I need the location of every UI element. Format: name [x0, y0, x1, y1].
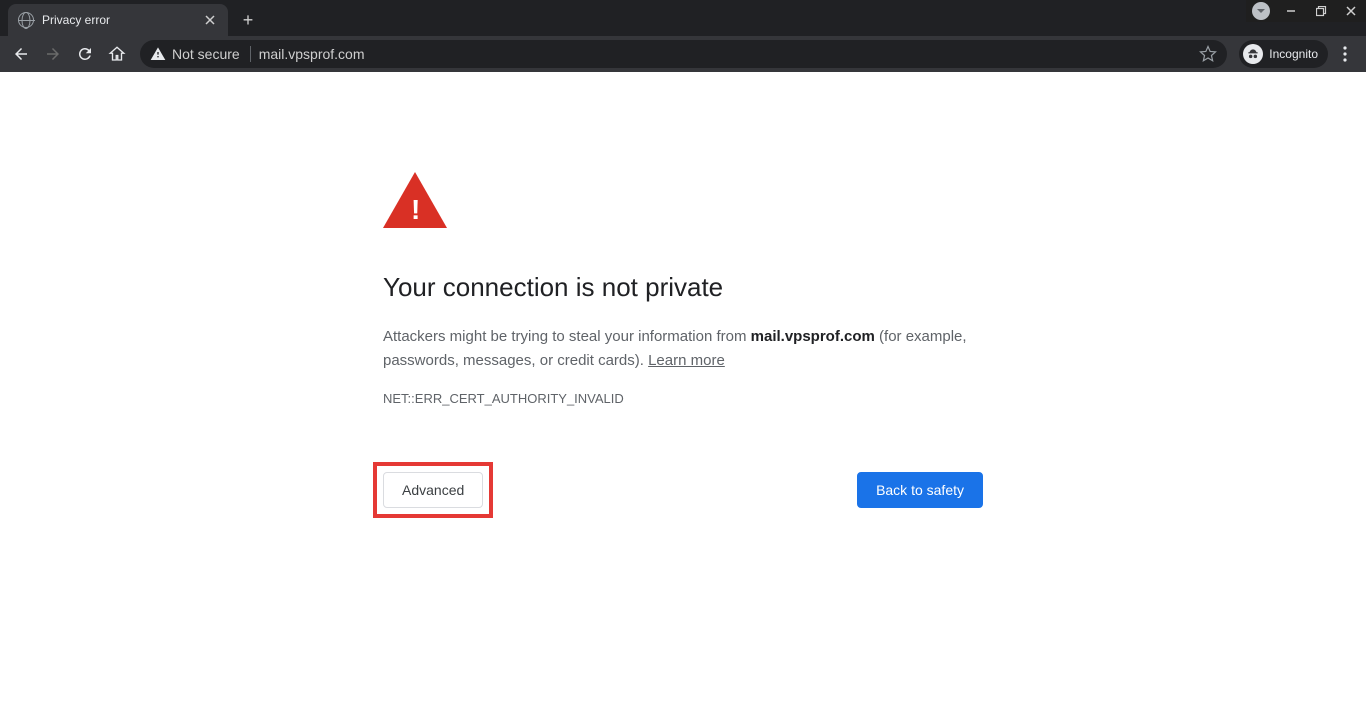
reload-button[interactable]	[70, 39, 100, 69]
address-bar[interactable]: Not secure mail.vpsprof.com	[140, 40, 1227, 68]
learn-more-link[interactable]: Learn more	[648, 352, 725, 369]
error-body-domain: mail.vpsprof.com	[751, 328, 875, 345]
error-body-pre: Attackers might be trying to steal your …	[383, 328, 751, 345]
globe-icon	[18, 12, 34, 28]
security-label: Not secure	[172, 46, 240, 62]
incognito-label: Incognito	[1269, 47, 1318, 61]
ssl-error-interstitial: ! Your connection is not private Attacke…	[383, 172, 983, 728]
browser-menu-button[interactable]	[1330, 39, 1360, 69]
incognito-indicator[interactable]: Incognito	[1239, 40, 1328, 68]
page-content: ! Your connection is not private Attacke…	[0, 72, 1366, 728]
advanced-button[interactable]: Advanced	[383, 472, 483, 508]
warning-triangle-icon: !	[383, 172, 447, 228]
button-row: Advanced Back to safety	[383, 462, 983, 518]
incognito-icon	[1243, 44, 1263, 64]
maximize-button[interactable]	[1306, 0, 1336, 22]
error-code: NET::ERR_CERT_AUTHORITY_INVALID	[383, 391, 983, 406]
back-button[interactable]	[6, 39, 36, 69]
home-button[interactable]	[102, 39, 132, 69]
browser-toolbar: Not secure mail.vpsprof.com Incognito	[0, 36, 1366, 72]
error-body: Attackers might be trying to steal your …	[383, 325, 983, 373]
tab-strip: Privacy error +	[0, 0, 1366, 36]
back-to-safety-button[interactable]: Back to safety	[857, 472, 983, 508]
close-window-button[interactable]	[1336, 0, 1366, 22]
highlight-annotation: Advanced	[373, 462, 493, 518]
warning-icon	[150, 46, 166, 62]
new-tab-button[interactable]: +	[234, 6, 262, 34]
url-text: mail.vpsprof.com	[259, 46, 1192, 62]
error-heading: Your connection is not private	[383, 272, 983, 303]
minimize-button[interactable]	[1276, 0, 1306, 22]
security-indicator[interactable]: Not secure	[150, 46, 251, 62]
browser-tab[interactable]: Privacy error	[8, 4, 228, 36]
close-tab-button[interactable]	[202, 12, 218, 28]
forward-button[interactable]	[38, 39, 68, 69]
window-controls	[1246, 0, 1366, 22]
bookmark-star-icon[interactable]	[1199, 45, 1217, 63]
profile-indicator-icon[interactable]	[1252, 2, 1270, 20]
tab-title: Privacy error	[42, 13, 194, 27]
